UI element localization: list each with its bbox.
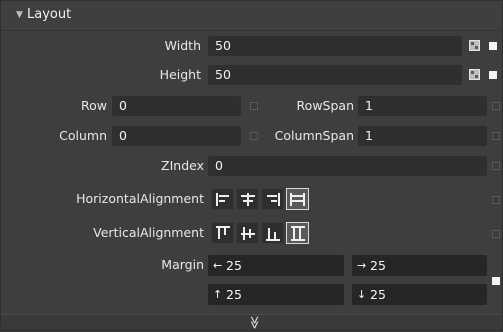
margin-left-field[interactable]: ← 25: [208, 255, 344, 276]
expand-more-bar[interactable]: ≫: [0, 314, 503, 332]
arrow-right-icon: →: [357, 259, 367, 272]
rowspan-field[interactable]: 1: [358, 96, 487, 116]
margin-right-field[interactable]: → 25: [352, 255, 487, 276]
advanced-options-marker[interactable]: [250, 102, 258, 110]
margin-top-field[interactable]: ↑ 25: [208, 284, 344, 305]
collapse-triangle-icon[interactable]: ▼: [16, 10, 23, 20]
height-label: Height: [159, 67, 201, 82]
row-field[interactable]: 0: [112, 96, 241, 116]
margin-bottom-value: 25: [370, 287, 386, 302]
row-label: Row: [81, 98, 107, 113]
advanced-options-marker[interactable]: [492, 277, 500, 285]
section-title: Layout: [27, 7, 72, 22]
arrow-down-icon: ↓: [357, 288, 367, 301]
advanced-options-marker[interactable]: [492, 162, 500, 170]
height-field[interactable]: 50: [208, 65, 462, 85]
horizontal-alignment-label: HorizontalAlignment: [76, 191, 204, 206]
column-field[interactable]: 0: [112, 126, 241, 146]
columnspan-field[interactable]: 1: [358, 126, 487, 146]
margin-top-value: 25: [226, 287, 242, 302]
layout-properties-panel: ▼ Layout Width 50 Height 50 Row 0 RowSpa…: [0, 0, 503, 332]
arrow-up-icon: ↑: [213, 288, 223, 301]
vertical-alignment-label: VerticalAlignment: [93, 225, 204, 240]
advanced-options-marker[interactable]: [492, 132, 500, 140]
auto-size-icon[interactable]: [469, 40, 480, 51]
advanced-options-marker[interactable]: [492, 102, 500, 110]
rowspan-label: RowSpan: [296, 98, 354, 113]
section-header-layout[interactable]: ▼ Layout: [0, 0, 503, 31]
align-center-icon[interactable]: [236, 188, 259, 210]
align-stretch-vertical-icon[interactable]: [286, 222, 309, 244]
advanced-options-marker[interactable]: [492, 230, 500, 238]
margin-label: Margin: [161, 257, 204, 272]
width-label: Width: [164, 38, 201, 53]
align-middle-icon[interactable]: [236, 222, 259, 244]
arrow-left-icon: ←: [213, 259, 223, 272]
margin-right-value: 25: [370, 258, 386, 273]
column-label: Column: [59, 128, 107, 143]
align-stretch-icon[interactable]: [286, 188, 309, 210]
width-field[interactable]: 50: [208, 36, 462, 56]
margin-left-value: 25: [226, 258, 242, 273]
advanced-options-marker[interactable]: [489, 71, 497, 79]
columnspan-label: ColumnSpan: [274, 128, 354, 143]
double-chevron-down-icon[interactable]: ≫: [246, 316, 261, 330]
auto-size-icon[interactable]: [469, 69, 480, 80]
advanced-options-marker[interactable]: [489, 42, 497, 50]
zindex-field[interactable]: 0: [208, 156, 487, 176]
align-right-icon[interactable]: [261, 188, 284, 210]
advanced-options-marker[interactable]: [492, 196, 500, 204]
align-bottom-icon[interactable]: [261, 222, 284, 244]
advanced-options-marker[interactable]: [250, 132, 258, 140]
align-left-icon[interactable]: [211, 188, 234, 210]
align-top-icon[interactable]: [211, 222, 234, 244]
zindex-label: ZIndex: [161, 158, 204, 173]
margin-bottom-field[interactable]: ↓ 25: [352, 284, 487, 305]
